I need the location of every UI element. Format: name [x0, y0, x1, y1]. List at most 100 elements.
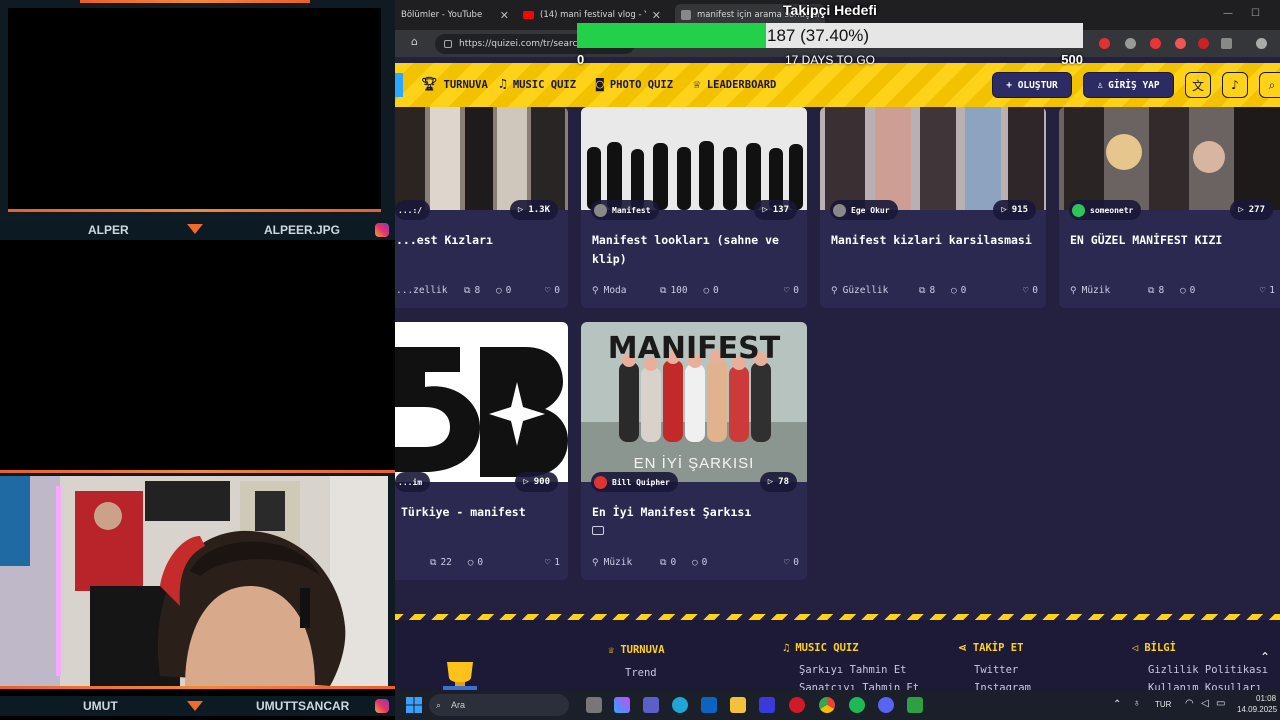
edge-icon[interactable]: [672, 697, 688, 713]
windows-start-icon[interactable]: [406, 697, 422, 713]
search-button[interactable]: ⌕: [1259, 72, 1280, 98]
clock-time[interactable]: 01:08: [1256, 694, 1276, 703]
show-hidden-icons-icon[interactable]: ⌃: [1113, 699, 1121, 710]
bottom-name-bar: UMUT UMUTTSANCAR: [0, 696, 395, 716]
card-title[interactable]: Manifest kizlari karsilasmasi: [831, 231, 1038, 250]
nav-music-quiz[interactable]: ♫ MUSIC QUIZ: [499, 77, 576, 92]
card-author-chip[interactable]: Bill Quipher: [591, 472, 678, 492]
send-icon: ◁: [1132, 642, 1139, 654]
card-author-chip[interactable]: Ege Okur: [830, 200, 898, 220]
likes-count: 0: [793, 557, 799, 568]
heart-icon: ♡: [783, 557, 790, 568]
extension-icon-4[interactable]: [1175, 38, 1186, 49]
discord-icon[interactable]: [878, 697, 894, 713]
puzzle-extensions-icon[interactable]: [1221, 38, 1232, 49]
medal-icon: ♕: [693, 77, 701, 92]
likes-stat[interactable]: ♡ 0: [1023, 285, 1038, 296]
chrome-icon[interactable]: [819, 697, 835, 713]
copilot-icon[interactable]: [614, 697, 630, 713]
card-author-chip[interactable]: ...:/: [395, 200, 431, 220]
comments-stat: ◯ 0: [1180, 285, 1195, 296]
footer-link-instagram[interactable]: Instagram: [974, 682, 1031, 690]
language-indicator[interactable]: TUR: [1155, 700, 1171, 709]
questions-stat: ⧉ 0: [660, 557, 676, 568]
nav-leaderboard[interactable]: ♕ LEADERBOARD: [693, 77, 776, 92]
spotify-icon[interactable]: [849, 697, 865, 713]
create-button[interactable]: + OLUŞTUR: [992, 72, 1072, 98]
task-view-icon[interactable]: [586, 697, 602, 713]
site-logo[interactable]: [395, 73, 403, 97]
footer-link-privacy[interactable]: Gizlilik Politikası: [1148, 664, 1268, 676]
close-tab-icon[interactable]: ✕: [500, 9, 509, 22]
extension-icon-1[interactable]: [1099, 38, 1110, 49]
card-title[interactable]: En İyi Manifest Şarkısı: [592, 503, 799, 522]
likes-stat[interactable]: ♡ 1: [545, 557, 560, 568]
questions-stat: ⧉ 8: [464, 285, 480, 296]
card-views-chip: ▷ 78: [759, 472, 797, 492]
quiz-card[interactable]: Manifest ▷ 137 Manifest lookları (sahne v…: [581, 107, 807, 308]
extension-icon-3[interactable]: [1150, 38, 1161, 49]
microphone-icon[interactable]: ♁: [1133, 698, 1141, 709]
play-icon: ▷: [1001, 205, 1007, 215]
play-icon: ▷: [762, 205, 768, 215]
questions-count: 0: [670, 557, 677, 568]
quiz-card[interactable]: ...im ▷ 900 Türkiye - manifest ⧉ 22 ◯ 0 ♡ 1: [395, 322, 568, 580]
quiz-card[interactable]: MANIFEST EN İYİ ŞARKISI Bill Quipher ▷ 78…: [581, 322, 807, 580]
notifications-button[interactable]: ♪: [1222, 72, 1248, 98]
media-player-icon[interactable]: [759, 697, 775, 713]
goal-progress-text: 187 (37.40%): [767, 26, 870, 45]
wifi-icon[interactable]: ◠: [1185, 698, 1194, 709]
card-author-chip[interactable]: Manifest: [591, 200, 659, 220]
likes-stat[interactable]: ♡ 0: [784, 285, 799, 296]
card-title[interactable]: Türkiye - manifest: [401, 503, 560, 522]
likes-count: 0: [1032, 285, 1038, 296]
home-icon[interactable]: ⌂: [411, 36, 423, 48]
file-explorer-icon[interactable]: [730, 697, 746, 713]
scroll-to-top-icon[interactable]: ⌃: [1256, 648, 1274, 666]
card-author-chip[interactable]: ...im: [395, 472, 431, 492]
author-name: someonetr: [1090, 205, 1134, 215]
likes-stat[interactable]: ♡ 0: [545, 285, 560, 296]
footer-heading-turnuva: ♕ TURNUVA: [608, 644, 665, 656]
author-name: Bill Quipher: [612, 477, 670, 487]
taskbar-search-input[interactable]: ⌕ Ara: [429, 694, 569, 716]
profile-avatar-icon[interactable]: [1256, 38, 1267, 49]
opera-icon[interactable]: [789, 697, 805, 713]
volume-icon[interactable]: ◁: [1201, 698, 1209, 709]
streaming-app-icon[interactable]: [907, 697, 923, 713]
nav-turnuva[interactable]: 🏆︎ TURNUVA: [421, 77, 488, 92]
likes-stat[interactable]: ♡ 0: [784, 557, 799, 568]
quiz-card[interactable]: Ege Okur ▷ 915 Manifest kizlari karsilasm…: [820, 107, 1046, 308]
card-author-chip[interactable]: someonetr: [1069, 200, 1142, 220]
tab-title: Bölümler - YouTube: [401, 10, 483, 20]
card-title[interactable]: EN GÜZEL MANİFEST KIZI: [1070, 231, 1280, 250]
outlook-icon[interactable]: [701, 697, 717, 713]
footer-link-terms[interactable]: Kullanım Koşulları: [1148, 682, 1262, 690]
login-button[interactable]: ♙ GİRİŞ YAP: [1083, 72, 1174, 98]
extension-icon-2[interactable]: [1125, 38, 1136, 49]
minimize-icon[interactable]: —: [1223, 8, 1233, 19]
empty-black-area: [0, 240, 395, 470]
footer-link-twitter[interactable]: Twitter: [974, 664, 1018, 676]
site-info-icon[interactable]: [444, 40, 452, 48]
clock-date[interactable]: 14.09.2025: [1237, 705, 1277, 714]
play-icon: ▷: [523, 477, 529, 487]
footer-link-guess-song[interactable]: Şarkıyı Tahmin Et: [799, 664, 906, 676]
card-title[interactable]: Manifest lookları (sahne ve klip): [592, 231, 799, 269]
quiz-card[interactable]: ...:/ ▷ 1.3K ...est Kızları ...zellik ⧉ 8 …: [395, 107, 568, 308]
music-note-icon: ♫: [783, 642, 790, 654]
quiz-card[interactable]: someonetr ▷ 277 EN GÜZEL MANİFEST KIZI ⚲ M…: [1059, 107, 1280, 308]
card-thumbnail: [581, 107, 807, 210]
extension-icon-5[interactable]: [1198, 38, 1209, 49]
card-title[interactable]: ...est Kızları: [396, 231, 560, 250]
nav-photo-quiz[interactable]: ◙ PHOTO QUIZ: [596, 77, 673, 92]
footer-link-trend[interactable]: Trend: [625, 667, 657, 679]
maximize-icon[interactable]: ☐: [1251, 8, 1260, 19]
likes-stat[interactable]: ♡ 1: [1260, 285, 1275, 296]
footer-link-guess-artist[interactable]: Sanatçıyı Tahmin Et: [799, 682, 919, 690]
battery-icon[interactable]: ▭: [1216, 698, 1225, 709]
tab-youtube-episodes[interactable]: Bölümler - YouTube ✕: [395, 4, 515, 26]
language-button[interactable]: 文: [1185, 72, 1211, 98]
teams-icon[interactable]: [643, 697, 659, 713]
nav-label: PHOTO QUIZ: [609, 78, 674, 91]
